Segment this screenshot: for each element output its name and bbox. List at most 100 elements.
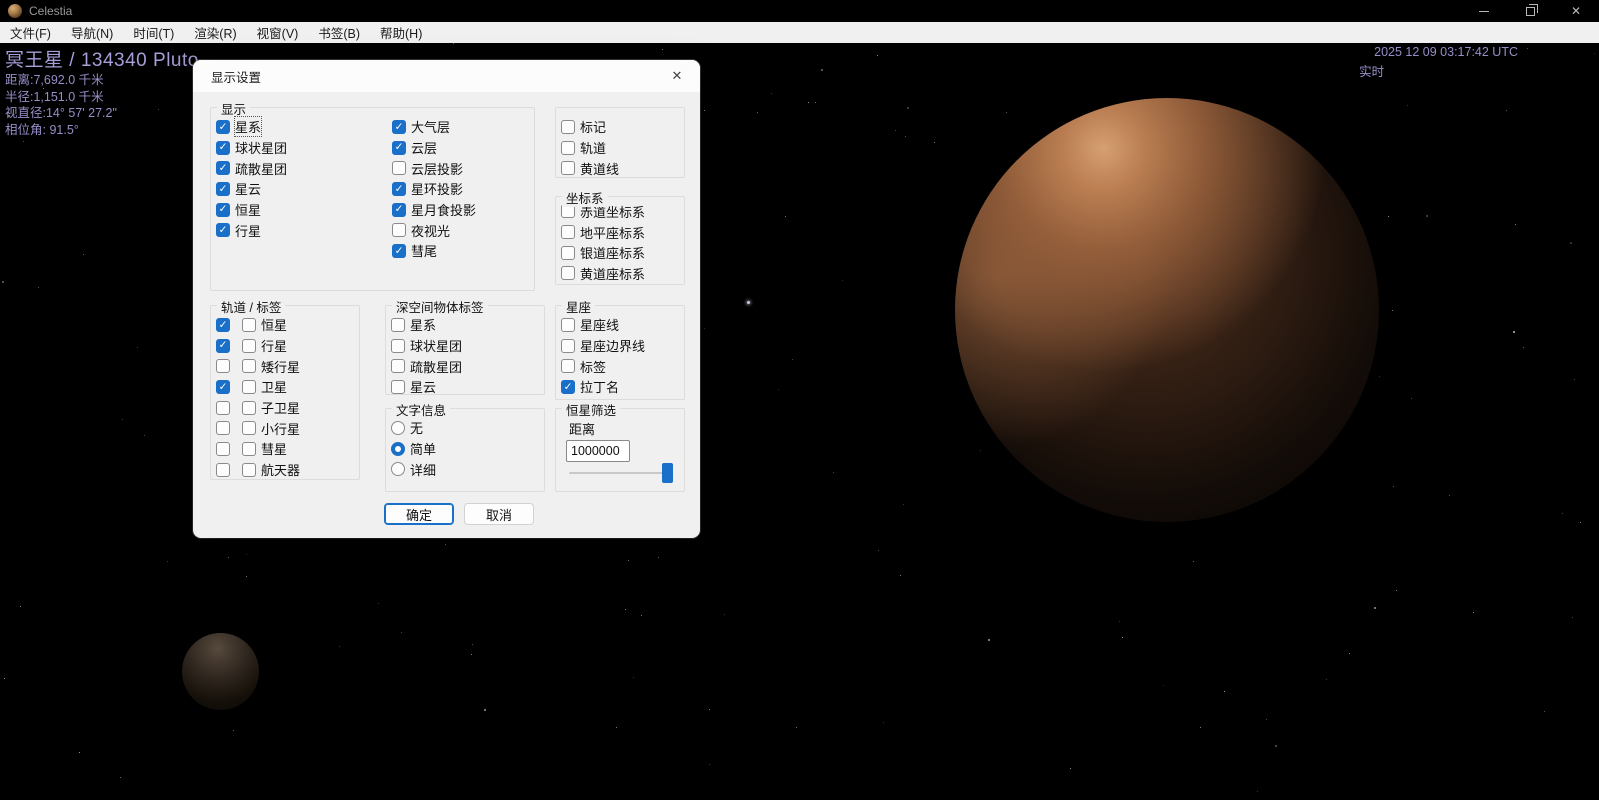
menu-bookmarks[interactable]: 书签(B): [308, 22, 370, 43]
checkbox[interactable]: [561, 339, 575, 353]
distance-slider-handle[interactable]: [662, 463, 673, 483]
radio-button[interactable]: [391, 442, 405, 456]
checkbox-row-cloudshadows[interactable]: 云层投影: [387, 158, 535, 179]
checkbox-row-comettails[interactable]: 彗尾: [387, 241, 535, 262]
checkbox-row-openclusters[interactable]: 疏散星团: [211, 158, 387, 179]
checkbox[interactable]: [561, 120, 575, 134]
orbit-label-row-dwarfplanets[interactable]: 矮行星: [211, 356, 359, 377]
minimize-button[interactable]: [1461, 0, 1507, 22]
checkbox[interactable]: [391, 318, 405, 332]
radio-row-terse[interactable]: 简单: [386, 438, 544, 459]
label-checkbox[interactable]: [242, 463, 256, 477]
menu-help[interactable]: 帮助(H): [370, 22, 432, 43]
checkbox-row-dso-openclusters[interactable]: 疏散星团: [386, 356, 544, 377]
orbit-label-row-comets[interactable]: 彗星: [211, 439, 359, 460]
orbit-checkbox[interactable]: [216, 421, 230, 435]
checkbox[interactable]: [216, 141, 230, 155]
orbit-checkbox[interactable]: [216, 463, 230, 477]
checkbox[interactable]: [392, 161, 406, 175]
checkbox[interactable]: [216, 182, 230, 196]
orbit-label-row-stars[interactable]: 恒星: [211, 315, 359, 336]
planet-pluto[interactable]: [955, 98, 1379, 522]
dialog-close-button[interactable]: ✕: [668, 67, 686, 85]
checkbox-row-atmospheres[interactable]: 大气层: [387, 117, 535, 138]
checkbox[interactable]: [561, 318, 575, 332]
checkbox[interactable]: [392, 223, 406, 237]
checkbox[interactable]: [561, 359, 575, 373]
label-checkbox[interactable]: [242, 359, 256, 373]
checkbox[interactable]: [391, 359, 405, 373]
checkbox-row-orbits[interactable]: 轨道: [556, 137, 684, 158]
checkbox[interactable]: [561, 380, 575, 394]
checkbox[interactable]: [216, 203, 230, 217]
checkbox-row-latin-names[interactable]: 拉丁名: [556, 377, 684, 398]
label-checkbox[interactable]: [242, 380, 256, 394]
checkbox-row-globulars[interactable]: 球状星团: [211, 137, 387, 158]
checkbox[interactable]: [391, 380, 405, 394]
checkbox-row-ecliptic[interactable]: 黄道线: [556, 158, 684, 179]
checkbox[interactable]: [216, 223, 230, 237]
checkbox-row-clouds[interactable]: 云层: [387, 137, 535, 158]
orbit-checkbox[interactable]: [216, 339, 230, 353]
menu-file[interactable]: 文件(F): [0, 22, 61, 43]
checkbox-row-eclipticcoord[interactable]: 黄道座标系: [556, 263, 684, 284]
radio-row-verbose[interactable]: 详细: [386, 459, 544, 480]
label-checkbox[interactable]: [242, 339, 256, 353]
checkbox-row-dso-galaxies[interactable]: 星系: [386, 315, 544, 336]
checkbox[interactable]: [561, 141, 575, 155]
orbit-checkbox[interactable]: [216, 442, 230, 456]
checkbox-row-markers[interactable]: 标记: [556, 117, 684, 138]
dialog-titlebar[interactable]: 显示设置 ✕: [193, 60, 700, 92]
checkbox[interactable]: [392, 244, 406, 258]
distance-slider-track[interactable]: [569, 472, 673, 474]
checkbox-row-dso-nebulae[interactable]: 星云: [386, 377, 544, 398]
orbit-label-row-planets[interactable]: 行星: [211, 335, 359, 356]
label-checkbox[interactable]: [242, 442, 256, 456]
moon-charon[interactable]: [182, 633, 259, 710]
checkbox-row-constellation-borders[interactable]: 星座边界线: [556, 335, 684, 356]
orbit-checkbox[interactable]: [216, 359, 230, 373]
checkbox-row-ringshadows[interactable]: 星环投影: [387, 179, 535, 200]
label-checkbox[interactable]: [242, 318, 256, 332]
radio-button[interactable]: [391, 421, 405, 435]
checkbox[interactable]: [216, 161, 230, 175]
checkbox-row-stars[interactable]: 恒星: [211, 199, 387, 220]
checkbox-row-constellation-labels[interactable]: 标签: [556, 356, 684, 377]
menu-view[interactable]: 视窗(V): [247, 22, 309, 43]
checkbox-row-nightlights[interactable]: 夜视光: [387, 220, 535, 241]
checkbox-row-nebulae[interactable]: 星云: [211, 179, 387, 200]
checkbox[interactable]: [561, 225, 575, 239]
checkbox-row-planets[interactable]: 行星: [211, 220, 387, 241]
distance-input[interactable]: [566, 440, 630, 462]
restore-button[interactable]: [1507, 0, 1553, 22]
checkbox-row-galactic[interactable]: 银道座标系: [556, 242, 684, 263]
checkbox[interactable]: [392, 203, 406, 217]
orbit-label-row-minormoons[interactable]: 子卫星: [211, 397, 359, 418]
cancel-button[interactable]: 取消: [464, 503, 534, 525]
orbit-checkbox[interactable]: [216, 380, 230, 394]
label-checkbox[interactable]: [242, 401, 256, 415]
checkbox-row-eclipseshadows[interactable]: 星月食投影: [387, 199, 535, 220]
checkbox-row-horizontal[interactable]: 地平座标系: [556, 222, 684, 243]
checkbox[interactable]: [392, 182, 406, 196]
checkbox[interactable]: [392, 120, 406, 134]
orbit-label-row-asteroids[interactable]: 小行星: [211, 418, 359, 439]
radio-button[interactable]: [391, 462, 405, 476]
checkbox[interactable]: [561, 161, 575, 175]
ok-button[interactable]: 确定: [384, 503, 454, 525]
menu-time[interactable]: 时间(T): [123, 22, 184, 43]
radio-row-none[interactable]: 无: [386, 418, 544, 439]
orbit-label-row-moons[interactable]: 卫星: [211, 377, 359, 398]
checkbox[interactable]: [392, 141, 406, 155]
checkbox[interactable]: [561, 246, 575, 260]
orbit-checkbox[interactable]: [216, 318, 230, 332]
checkbox-row-galaxies[interactable]: 星系: [211, 117, 387, 138]
checkbox[interactable]: [391, 339, 405, 353]
checkbox-row-dso-globulars[interactable]: 球状星团: [386, 335, 544, 356]
menu-render[interactable]: 渲染(R): [184, 22, 246, 43]
checkbox[interactable]: [216, 120, 230, 134]
checkbox-row-constellation-lines[interactable]: 星座线: [556, 315, 684, 336]
label-checkbox[interactable]: [242, 421, 256, 435]
checkbox[interactable]: [561, 266, 575, 280]
menu-navigation[interactable]: 导航(N): [61, 22, 123, 43]
